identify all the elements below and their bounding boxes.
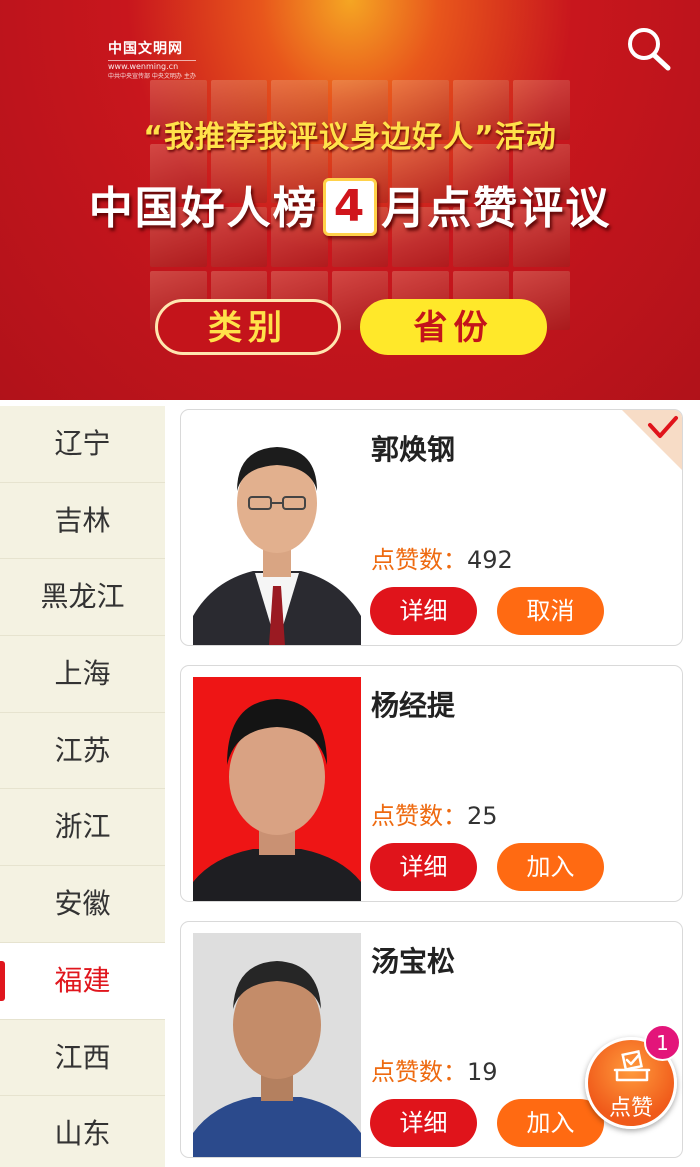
site-logo: 中国文明网 www.wenming.cn 中共中央宣传部 中央文明办 主办 [108, 38, 196, 80]
like-count: 点赞数：19 [371, 1052, 498, 1087]
search-icon [628, 28, 671, 71]
tab-category[interactable]: 类别 [155, 299, 341, 355]
candidate-photo [193, 677, 361, 901]
header-banner: 中国文明网 www.wenming.cn 中共中央宣传部 中央文明办 主办 “我… [0, 0, 700, 400]
detail-button[interactable]: 详细 [370, 587, 477, 635]
sidebar-item-shandong[interactable]: 山东 [0, 1096, 165, 1167]
vote-cart-label: 点赞 [608, 1096, 653, 1121]
search-button[interactable] [622, 24, 676, 74]
like-count: 点赞数：492 [371, 540, 513, 575]
headline-prefix: 中国好人榜 [88, 183, 319, 234]
sidebar-item-liaoning[interactable]: 辽宁 [0, 406, 165, 483]
like-count-label: 点赞数： [371, 802, 467, 830]
person-portrait-icon [193, 447, 361, 645]
sidebar-item-zhejiang[interactable]: 浙江 [0, 789, 165, 867]
like-count: 点赞数：25 [371, 796, 498, 831]
candidate-card: 郭焕钢 点赞数：492 详细 取消 [180, 409, 683, 646]
sidebar-item-anhui[interactable]: 安徽 [0, 866, 165, 943]
sidebar-item-heilongjiang[interactable]: 黑龙江 [0, 559, 165, 637]
headline-suffix: 月点赞评议 [381, 183, 612, 234]
like-count-label: 点赞数： [371, 1058, 467, 1086]
detail-button[interactable]: 详细 [370, 1099, 477, 1147]
candidate-photo [193, 933, 361, 1157]
candidate-card: 杨经提 点赞数：25 详细 加入 [180, 665, 683, 902]
like-count-value: 25 [467, 802, 498, 830]
sidebar-item-jiangxi[interactable]: 江西 [0, 1020, 165, 1097]
like-count-label: 点赞数： [371, 546, 467, 574]
vote-box-icon [613, 1050, 651, 1082]
cancel-button[interactable]: 取消 [497, 587, 604, 635]
like-count-value: 492 [467, 546, 513, 574]
tab-province[interactable]: 省份 [360, 299, 547, 355]
headline-month: 4 [322, 178, 378, 236]
selected-check-icon [622, 410, 682, 470]
person-portrait-icon [193, 961, 361, 1157]
candidate-name: 郭焕钢 [371, 433, 456, 466]
candidate-name: 汤宝松 [371, 945, 456, 978]
campaign-slogan: “我推荐我评议身边好人”活动 [143, 120, 557, 155]
sidebar-item-jiangsu[interactable]: 江苏 [0, 713, 165, 790]
vote-count-badge: 1 [644, 1024, 681, 1061]
person-portrait-icon [193, 699, 361, 901]
logo-url: www.wenming.cn [108, 60, 196, 71]
candidate-name: 杨经提 [371, 689, 456, 722]
sidebar-item-jilin[interactable]: 吉林 [0, 483, 165, 560]
add-button[interactable]: 加入 [497, 843, 604, 891]
detail-button[interactable]: 详细 [370, 843, 477, 891]
like-count-value: 19 [467, 1058, 498, 1086]
province-sidebar: 辽宁 吉林 黑龙江 上海 江苏 浙江 安徽 福建 江西 山东 [0, 406, 165, 1167]
campaign-headline: 中国好人榜 4 月点赞评议 [0, 172, 700, 236]
logo-title: 中国文明网 [108, 41, 183, 57]
sidebar-item-fujian[interactable]: 福建 [0, 942, 165, 1020]
logo-subtitle: 中共中央宣传部 中央文明办 主办 [108, 73, 196, 80]
sidebar-item-shanghai[interactable]: 上海 [0, 636, 165, 713]
candidate-photo [193, 421, 361, 645]
